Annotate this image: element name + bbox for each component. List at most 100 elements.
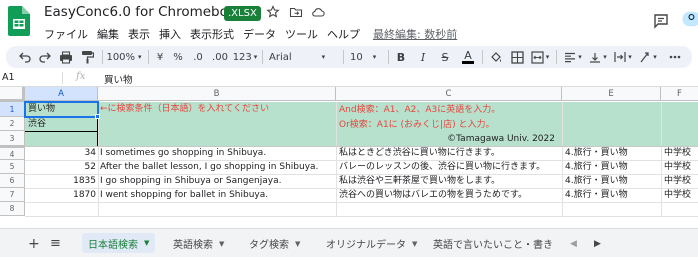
toolbar-divider bbox=[482, 50, 483, 64]
menu-edit[interactable]: 編集 bbox=[97, 26, 119, 42]
text-wrap-icon[interactable]: ▾ bbox=[612, 49, 634, 65]
name-box[interactable]: A1 bbox=[2, 72, 62, 83]
result-category[interactable]: 4.旅行・買い物 bbox=[565, 147, 660, 160]
currency-format-button[interactable]: ¥ bbox=[154, 49, 166, 65]
result-level[interactable]: 中学校 bbox=[664, 147, 698, 160]
document-title[interactable]: EasyConc6.0 for Chromebook bbox=[44, 4, 244, 20]
menu-tools[interactable]: ツール bbox=[285, 26, 318, 42]
bold-button[interactable]: B bbox=[395, 49, 407, 65]
toolbar-divider bbox=[388, 50, 389, 64]
percent-format-button[interactable]: % bbox=[172, 49, 184, 65]
select-all-corner[interactable] bbox=[0, 87, 25, 102]
row-header-2[interactable]: 2 bbox=[0, 117, 25, 131]
column-header-b[interactable]: B bbox=[98, 87, 336, 101]
chevron-down-icon: ▾ bbox=[253, 53, 258, 61]
column-header-e[interactable]: E bbox=[562, 87, 661, 101]
font-size-select[interactable]: 10 ▾ bbox=[350, 49, 380, 65]
all-sheets-button[interactable]: ≡ bbox=[50, 235, 61, 252]
copyright-note: ©Tamagawa Univ. 2022 bbox=[447, 134, 555, 144]
star-icon[interactable] bbox=[266, 5, 280, 19]
sheet-grid[interactable]: A B C E F 1 2 3 4 5 6 7 8 買い物 渋谷 ←に検索条件（… bbox=[0, 87, 698, 227]
vertical-align-icon[interactable]: ▾ bbox=[587, 49, 609, 65]
result-level[interactable]: 中学校 bbox=[664, 189, 698, 202]
result-english[interactable]: I sometimes go shopping in Shibuya. bbox=[100, 147, 334, 160]
tab-english-expressions[interactable]: 英語で言いたいこと・書き bbox=[433, 235, 561, 252]
row-header-6[interactable]: 6 bbox=[0, 174, 25, 188]
share-icon[interactable] bbox=[680, 10, 698, 28]
result-japanese[interactable]: 渋谷への買い物はバレエの物を買うためです。 bbox=[339, 189, 561, 202]
row-header-1[interactable]: 1 bbox=[0, 102, 25, 117]
merge-cells-icon[interactable]: ▾ bbox=[529, 49, 551, 65]
move-folder-icon[interactable] bbox=[289, 5, 303, 19]
add-sheet-button[interactable]: + bbox=[28, 235, 40, 252]
result-number[interactable]: 1870 bbox=[27, 189, 96, 202]
print-icon[interactable] bbox=[58, 49, 74, 65]
row-header-3[interactable]: 3 bbox=[0, 131, 25, 146]
paint-format-icon[interactable] bbox=[79, 49, 95, 65]
scroll-tabs-left-icon[interactable]: ◀ bbox=[570, 235, 577, 252]
result-category[interactable]: 4.旅行・買い物 bbox=[565, 161, 660, 174]
result-level[interactable]: 中学校 bbox=[664, 161, 698, 174]
menu-insert[interactable]: 挿入 bbox=[159, 26, 181, 42]
italic-button[interactable]: I bbox=[417, 49, 429, 65]
column-header-c[interactable]: C bbox=[336, 87, 562, 101]
menu-help[interactable]: ヘルプ bbox=[327, 26, 360, 42]
gridline bbox=[661, 102, 662, 216]
result-category[interactable]: 4.旅行・買い物 bbox=[565, 175, 660, 188]
menu-file[interactable]: ファイル bbox=[44, 26, 88, 42]
result-number[interactable]: 52 bbox=[27, 161, 96, 174]
undo-icon[interactable] bbox=[17, 49, 33, 65]
row-header-4[interactable]: 4 bbox=[0, 146, 25, 160]
tab-english-search[interactable]: 英語検索 ▼ bbox=[173, 235, 224, 252]
text-color-button[interactable]: A bbox=[461, 49, 475, 65]
increase-decimal-button[interactable]: .00 bbox=[210, 49, 230, 65]
redo-icon[interactable] bbox=[37, 49, 53, 65]
row-header-5[interactable]: 5 bbox=[0, 160, 25, 174]
menu-view[interactable]: 表示 bbox=[128, 26, 150, 42]
result-number[interactable]: 34 bbox=[27, 147, 96, 160]
instruction-japanese-search: ←に検索条件（日本語）を入れてください bbox=[100, 104, 270, 114]
row-header-8[interactable]: 8 bbox=[0, 202, 25, 216]
more-options-icon[interactable] bbox=[666, 49, 684, 65]
column-header-f[interactable]: F bbox=[661, 87, 698, 101]
fx-icon: fx bbox=[76, 71, 86, 82]
chevron-down-icon: ▾ bbox=[321, 53, 326, 61]
search-term-a2[interactable]: 渋谷 bbox=[28, 118, 96, 131]
scroll-tabs-right-icon[interactable]: ▶ bbox=[594, 235, 601, 252]
fill-color-icon[interactable] bbox=[488, 49, 504, 65]
chevron-down-icon: ▾ bbox=[138, 53, 142, 61]
result-japanese[interactable]: バレーのレッスンの後、渋谷に買い物に行きます。 bbox=[339, 161, 561, 174]
sheets-logo-icon[interactable] bbox=[8, 6, 30, 36]
column-header-a[interactable]: A bbox=[25, 87, 98, 101]
tab-tag-search[interactable]: タグ検索 ▼ bbox=[249, 235, 300, 252]
zoom-select[interactable]: 100% ▾ bbox=[106, 49, 142, 65]
borders-icon[interactable] bbox=[509, 49, 525, 65]
text-rotation-icon[interactable]: ▾ bbox=[637, 49, 659, 65]
font-family-select[interactable]: Arial ▾ bbox=[269, 49, 337, 65]
result-english[interactable]: I go shopping in Shibuya or Sangenjaya. bbox=[100, 175, 334, 188]
result-japanese[interactable]: 私はときどき渋谷に買い物に行きます。 bbox=[339, 147, 561, 160]
comments-icon[interactable] bbox=[652, 12, 670, 30]
horizontal-align-icon[interactable]: ▾ bbox=[562, 49, 584, 65]
last-edit-status[interactable]: 最終編集: 数秒前 bbox=[373, 26, 457, 42]
cloud-status-icon[interactable] bbox=[311, 5, 325, 19]
tab-original-data[interactable]: オリジナルデータ ▼ bbox=[326, 235, 417, 252]
menu-format[interactable]: 表示形式 bbox=[190, 26, 234, 42]
formula-input[interactable]: 買い物 bbox=[104, 72, 133, 86]
chevron-down-icon: ▾ bbox=[603, 53, 607, 61]
result-english[interactable]: After the ballet lesson, I go shopping i… bbox=[100, 161, 334, 174]
result-english[interactable]: I went shopping for ballet in Shibuya. bbox=[100, 189, 334, 202]
title-bar: EasyConc6.0 for Chromebook .XLSX ファイル 編集… bbox=[0, 0, 698, 46]
fill-handle[interactable] bbox=[95, 114, 100, 119]
more-formats-button[interactable]: 123 ▾ bbox=[232, 49, 258, 65]
decrease-decimal-button[interactable]: .0 bbox=[189, 49, 207, 65]
result-category[interactable]: 4.旅行・買い物 bbox=[565, 189, 660, 202]
row-header-7[interactable]: 7 bbox=[0, 188, 25, 202]
tab-label: 英語検索 bbox=[173, 240, 213, 251]
result-level[interactable]: 中学校 bbox=[664, 175, 698, 188]
result-number[interactable]: 1835 bbox=[27, 175, 96, 188]
strikethrough-button[interactable]: S bbox=[439, 49, 451, 65]
result-japanese[interactable]: 私は渋谷や三軒茶屋で買い物をします。 bbox=[339, 175, 561, 188]
menu-data[interactable]: データ bbox=[243, 26, 276, 42]
tab-japanese-search[interactable]: 日本語検索 ▼ bbox=[82, 233, 156, 253]
